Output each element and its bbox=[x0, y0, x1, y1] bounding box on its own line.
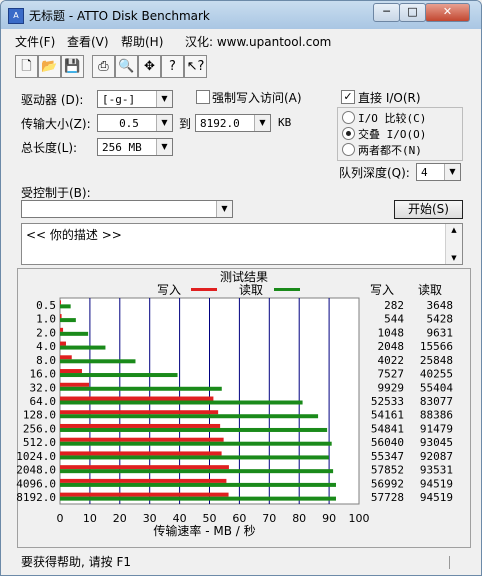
read-value: 9631 bbox=[427, 326, 454, 339]
read-bar bbox=[60, 482, 336, 487]
read-bar bbox=[60, 496, 336, 501]
read-value: 88386 bbox=[420, 409, 453, 422]
read-bar bbox=[60, 359, 136, 364]
write-bar bbox=[60, 396, 214, 401]
write-value: 544 bbox=[384, 313, 404, 326]
read-bar bbox=[60, 386, 222, 391]
category-label: 32.0 bbox=[30, 381, 57, 394]
read-value: 83077 bbox=[420, 395, 453, 408]
read-value: 94519 bbox=[420, 477, 453, 490]
x-tick-label: 0 bbox=[57, 512, 64, 525]
write-value: 55347 bbox=[371, 450, 404, 463]
read-bar bbox=[60, 318, 76, 323]
write-value: 7527 bbox=[378, 368, 405, 381]
read-bar bbox=[60, 345, 106, 350]
app-window: A 无标题 - ATTO Disk Benchmark ─ □ ✕ 文件(F) … bbox=[0, 0, 482, 576]
category-label: 2.0 bbox=[36, 326, 56, 339]
read-bar bbox=[60, 469, 334, 474]
category-label: 8.0 bbox=[36, 354, 56, 367]
read-bar bbox=[60, 414, 319, 419]
write-bar bbox=[60, 492, 229, 497]
read-value: 40255 bbox=[420, 368, 453, 381]
x-tick-label: 80 bbox=[292, 512, 306, 525]
read-bar bbox=[60, 331, 89, 336]
write-bar bbox=[60, 423, 221, 428]
read-bar bbox=[60, 427, 328, 432]
write-value: 54841 bbox=[371, 422, 404, 435]
write-value: 57728 bbox=[371, 491, 404, 504]
write-value: 56040 bbox=[371, 436, 404, 449]
write-bar bbox=[60, 355, 72, 360]
read-value: 55404 bbox=[420, 381, 453, 394]
category-label: 4.0 bbox=[36, 340, 56, 353]
write-value: 9929 bbox=[378, 381, 405, 394]
write-bar bbox=[60, 451, 222, 456]
category-label: 2048.0 bbox=[16, 464, 56, 477]
read-value: 15566 bbox=[420, 340, 453, 353]
read-bar bbox=[60, 373, 178, 378]
read-value: 93045 bbox=[420, 436, 453, 449]
write-bar bbox=[60, 478, 227, 483]
category-label: 512.0 bbox=[23, 436, 56, 449]
write-value: 57852 bbox=[371, 464, 404, 477]
write-value: 282 bbox=[384, 299, 404, 312]
read-bar bbox=[60, 441, 332, 446]
category-label: 16.0 bbox=[30, 368, 57, 381]
write-bar bbox=[60, 300, 61, 305]
x-tick-label: 10 bbox=[83, 512, 97, 525]
x-tick-label: 100 bbox=[349, 512, 370, 525]
write-bar bbox=[60, 382, 89, 387]
write-bar bbox=[60, 327, 64, 332]
read-value: 3648 bbox=[427, 299, 454, 312]
read-value: 92087 bbox=[420, 450, 453, 463]
write-bar bbox=[60, 410, 219, 415]
category-label: 1.0 bbox=[36, 313, 56, 326]
x-tick-label: 70 bbox=[262, 512, 276, 525]
write-value: 2048 bbox=[378, 340, 405, 353]
read-bar bbox=[60, 455, 329, 460]
read-value: 94519 bbox=[420, 491, 453, 504]
category-label: 4096.0 bbox=[16, 477, 56, 490]
write-bar bbox=[60, 465, 229, 470]
read-bar bbox=[60, 400, 303, 405]
write-value: 4022 bbox=[378, 354, 405, 367]
write-bar bbox=[60, 369, 82, 374]
x-tick-label: 20 bbox=[113, 512, 127, 525]
x-tick-label: 90 bbox=[322, 512, 336, 525]
category-label: 256.0 bbox=[23, 422, 56, 435]
x-axis-label: 传输速率 - MB / 秒 bbox=[153, 523, 255, 538]
category-label: 64.0 bbox=[30, 395, 57, 408]
read-value: 93531 bbox=[420, 464, 453, 477]
write-value: 52533 bbox=[371, 395, 404, 408]
write-bar bbox=[60, 341, 66, 346]
results-chart: 0 10 20 30 40 50 60 70 80 90 1000.5 282 36481.0 544 54… bbox=[16, 297, 454, 538]
category-label: 8192.0 bbox=[16, 491, 56, 504]
read-value: 5428 bbox=[427, 313, 454, 326]
read-value: 91479 bbox=[420, 422, 453, 435]
category-label: 0.5 bbox=[36, 299, 56, 312]
category-label: 1024.0 bbox=[16, 450, 56, 463]
write-bar bbox=[60, 314, 62, 319]
read-bar bbox=[60, 304, 71, 309]
write-value: 54161 bbox=[371, 409, 404, 422]
category-label: 128.0 bbox=[23, 409, 56, 422]
read-value: 25848 bbox=[420, 354, 453, 367]
status-text: 要获得帮助, 请按 F1 bbox=[21, 555, 131, 569]
write-value: 56992 bbox=[371, 477, 404, 490]
write-value: 1048 bbox=[378, 326, 405, 339]
write-bar bbox=[60, 437, 224, 442]
